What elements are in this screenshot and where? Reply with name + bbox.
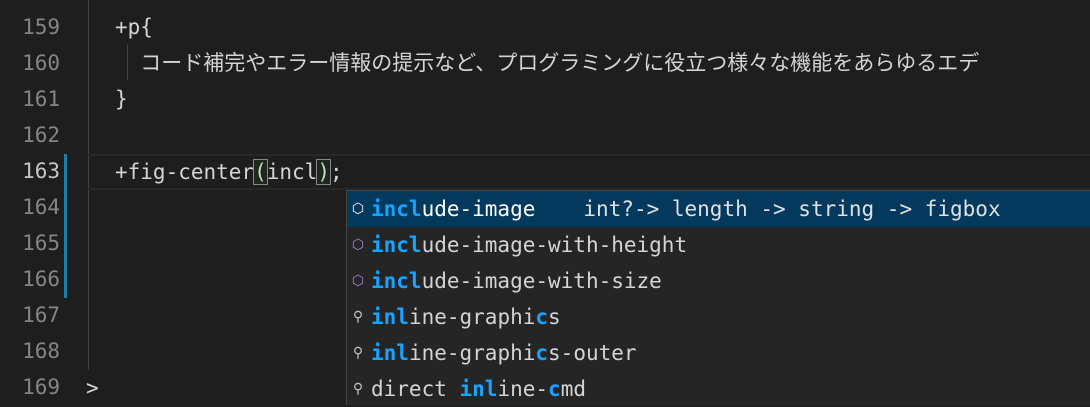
suggestion-label: s-outer [548,341,637,365]
match-highlight: c [535,341,549,365]
line-number: 165 [22,231,60,255]
match-highlight: c [548,377,561,401]
line-number: 160 [22,51,60,75]
suggestion-label: ude-image [421,197,536,221]
line-number: 168 [22,339,60,363]
code-text: +fig-center [115,160,255,184]
line-number: 166 [22,267,60,291]
line-number: 161 [22,87,60,111]
wrench-icon: ⚲ [352,345,364,361]
line-number: 159 [22,15,60,39]
code-line[interactable]: } [115,81,128,117]
suggestion-item[interactable]: ⬡ incl ude-image-with-height [347,227,1090,263]
code-text: ; [329,160,343,184]
cube-icon: ⬡ [351,237,365,253]
suggestion-label: md [560,377,586,401]
suggestion-label: ude-image-with-height [421,233,688,257]
typed-text: incl [266,160,318,184]
match-highlight: c [535,305,549,329]
wrench-icon: ⚲ [352,381,364,397]
autocomplete-widget[interactable]: ⬡ incl ude-image int?-> length -> string ->… [346,190,1090,405]
match-highlight: incl [371,197,422,221]
code-line[interactable]: +p{ [115,9,153,45]
suggestion-item[interactable]: ⬡ incl ude-image-with-size [347,263,1090,299]
line-number: 163 [22,159,60,183]
cube-icon: ⬡ [351,201,365,217]
wrench-icon: ⚲ [352,309,364,325]
match-highlight: incl [371,269,422,293]
git-modified-gutter [64,154,67,298]
suggestion-label: ude-image-with-size [421,269,662,293]
suggestion-type-detail: int?-> length -> string -> figbox [583,197,1001,221]
bracket-match: ( [253,159,268,185]
match-highlight: inl [459,377,498,401]
code-line[interactable]: コード補完やエラー情報の提示など、プログラミングに役立つ様々な機能をあらゆるエデ [115,45,979,81]
line-number: 167 [22,303,60,327]
match-highlight: inl [371,305,409,329]
line-number: 169 [22,375,60,399]
line-number: 162 [22,123,60,147]
match-highlight: incl [371,233,422,257]
suggestion-label: ine-graphi [408,305,536,329]
prompt-marker: > [86,376,99,400]
line-number: 164 [22,195,60,219]
suggestion-label: ine-graphi [408,341,536,365]
suggestion-label: ine- [497,377,549,401]
suggestion-label: s [548,305,561,329]
suggestion-label: direct [371,377,460,401]
match-highlight: inl [371,341,409,365]
code-line-current[interactable]: +fig-center(incl); [115,154,343,190]
suggestion-item[interactable]: ⚲ direct inl ine-c md [347,371,1090,407]
suggestion-item[interactable]: ⚲ inl ine-graphi c s-outer [347,335,1090,371]
suggestion-item[interactable]: ⚲ inl ine-graphi c s [347,299,1090,335]
suggestion-item[interactable]: ⬡ incl ude-image int?-> length -> string ->… [347,191,1090,227]
bracket-match: ) [316,159,331,185]
cube-icon: ⬡ [351,273,365,289]
